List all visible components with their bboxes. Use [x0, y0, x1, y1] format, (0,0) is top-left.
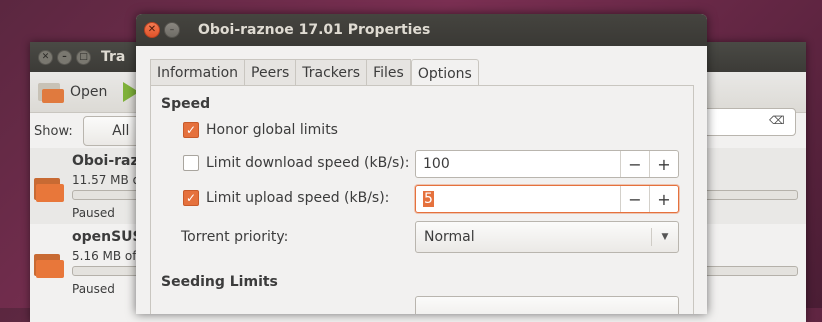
close-icon[interactable]: ✕: [38, 49, 53, 65]
tab-bar: Information Peers Trackers Files Options: [150, 59, 479, 87]
priority-value: Normal: [424, 229, 475, 245]
torrent-size: 5.16 MB of: [72, 249, 137, 263]
torrent-status: Paused: [72, 282, 115, 296]
limit-download-label: Limit download speed (kB/s):: [206, 155, 410, 171]
honor-global-checkbox-row[interactable]: ✓ Honor global limits: [183, 122, 338, 138]
seeding-dropdown[interactable]: [415, 296, 679, 314]
clear-icon[interactable]: ⌫: [769, 115, 785, 127]
filter-all-label: All: [112, 123, 130, 139]
tab-information[interactable]: Information: [150, 59, 246, 86]
open-folder-icon[interactable]: [38, 81, 64, 103]
folder-icon: [34, 252, 64, 278]
priority-label: Torrent priority:: [181, 229, 289, 245]
increment-button[interactable]: +: [649, 151, 678, 177]
close-icon[interactable]: ✕: [144, 22, 160, 38]
dialog-titlebar: ✕ – Oboi-raznoe 17.01 Properties: [136, 14, 707, 46]
limit-upload-label: Limit upload speed (kB/s):: [206, 190, 390, 206]
tab-options[interactable]: Options: [410, 59, 479, 87]
torrent-size: 11.57 MB o: [72, 173, 140, 187]
priority-dropdown[interactable]: Normal ▼: [415, 221, 679, 253]
show-label: Show:: [34, 123, 73, 139]
decrement-button[interactable]: −: [620, 186, 649, 212]
torrent-status: Paused: [72, 206, 115, 220]
download-speed-spinner[interactable]: 100 − +: [415, 150, 679, 178]
open-button[interactable]: Open: [70, 84, 107, 100]
properties-dialog: ✕ – Oboi-raznoe 17.01 Properties Informa…: [136, 14, 707, 314]
seeding-heading: Seeding Limits: [161, 274, 278, 290]
honor-global-checkbox[interactable]: ✓: [183, 122, 199, 138]
minimize-icon[interactable]: –: [57, 49, 72, 65]
honor-global-label: Honor global limits: [206, 122, 338, 138]
decrement-button[interactable]: −: [620, 151, 649, 177]
upload-speed-value[interactable]: 5: [423, 191, 434, 207]
limit-upload-checkbox[interactable]: ✓: [183, 190, 199, 206]
tab-files[interactable]: Files: [367, 59, 411, 86]
options-panel: Speed ✓ Honor global limits Limit downlo…: [150, 85, 694, 314]
upload-speed-spinner[interactable]: 5 − +: [415, 185, 679, 213]
limit-upload-checkbox-row[interactable]: ✓ Limit upload speed (kB/s):: [183, 190, 389, 206]
tab-peers[interactable]: Peers: [245, 59, 297, 86]
tab-trackers[interactable]: Trackers: [296, 59, 368, 86]
speed-heading: Speed: [161, 96, 211, 112]
limit-download-checkbox-row[interactable]: Limit download speed (kB/s):: [183, 155, 409, 171]
folder-icon: [34, 176, 64, 202]
limit-download-checkbox[interactable]: [183, 155, 199, 171]
upload-speed-field[interactable]: 5: [416, 186, 620, 212]
window-title: Tra: [101, 49, 126, 65]
torrent-name: openSUS: [72, 229, 143, 245]
maximize-icon[interactable]: □: [76, 49, 91, 65]
increment-button[interactable]: +: [649, 186, 678, 212]
dialog-title: Oboi-raznoe 17.01 Properties: [198, 22, 431, 38]
minimize-icon[interactable]: –: [164, 22, 180, 38]
chevron-down-icon[interactable]: ▼: [652, 232, 678, 242]
download-speed-value[interactable]: 100: [416, 151, 620, 177]
